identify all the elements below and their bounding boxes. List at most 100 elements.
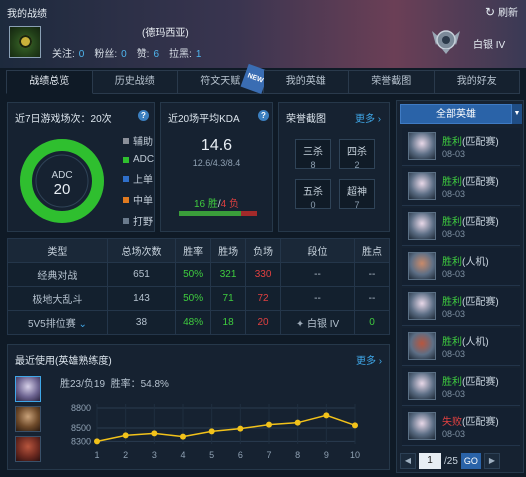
hero-portrait xyxy=(408,372,436,400)
kda-detail: 12.6/4.3/8.4 xyxy=(192,158,241,168)
donut-role-label: ADC xyxy=(51,170,72,181)
y-tick-label: 8300 xyxy=(71,436,91,446)
next-page-button[interactable]: ▶ xyxy=(483,453,500,469)
rank-label: 白银 IV xyxy=(473,40,506,51)
blocked-stat[interactable]: 拉黑: 1 xyxy=(169,45,201,60)
triple-kill-box[interactable]: 三杀 8 xyxy=(295,139,331,170)
hero-thumb-selected[interactable] xyxy=(15,376,41,402)
penta-kill-box[interactable]: 五杀 0 xyxy=(295,179,331,210)
data-point[interactable] xyxy=(266,421,272,428)
match-result: 胜利(匹配赛) xyxy=(442,377,499,388)
legendary-box[interactable]: 超神 7 xyxy=(339,179,375,210)
match-date: 08-03 xyxy=(442,349,466,359)
match-row[interactable]: 胜利(匹配赛) 08-03 xyxy=(402,168,520,206)
match-row[interactable]: 胜利(匹配赛) 08-03 xyxy=(402,288,520,326)
data-point[interactable] xyxy=(323,412,330,419)
likes-stat[interactable]: 赞: 6 xyxy=(137,45,159,60)
data-point[interactable] xyxy=(94,438,100,445)
hero-filter-dropdown[interactable]: 全部英雄 xyxy=(400,104,512,124)
match-row[interactable]: 胜利(匹配赛) 08-03 xyxy=(402,368,520,406)
ranked-mode-select[interactable]: 5V5排位赛 ⌄ xyxy=(7,310,108,335)
hero-portrait xyxy=(408,252,436,280)
match-row[interactable]: 胜利(匹配赛) 08-03 xyxy=(402,208,520,246)
match-date: 08-03 xyxy=(442,389,466,399)
role-donut-chart: ADC 20 xyxy=(20,139,104,223)
chevron-down-icon[interactable]: ▼ xyxy=(512,104,522,124)
refresh-button[interactable]: ↻ 刷新 xyxy=(484,4,518,20)
tab-honor[interactable]: 荣誉截图 xyxy=(349,70,435,94)
data-point[interactable] xyxy=(151,430,158,437)
pagination: ◀ 1 /25 GO ▶ xyxy=(400,452,522,470)
match-result: 胜利(匹配赛) xyxy=(442,217,499,228)
x-tick-label: 3 xyxy=(152,450,157,460)
data-point[interactable] xyxy=(294,419,301,426)
roles-panel: 近7日游戏场次：20次 ? ADC 20 辅助 ADC 上单 中单 打野 xyxy=(7,102,155,232)
match-date: 08-03 xyxy=(442,269,466,279)
x-tick-label: 1 xyxy=(94,450,99,460)
hero-portrait xyxy=(408,212,436,240)
y-tick-label: 8800 xyxy=(71,403,91,413)
hero-portrait xyxy=(408,412,436,440)
page-total: /25 xyxy=(444,455,458,467)
x-tick-label: 6 xyxy=(238,450,243,460)
match-date: 08-03 xyxy=(442,229,466,239)
help-icon[interactable]: ? xyxy=(138,110,149,121)
honor-panel: 荣誉截图 更多 › 三杀 8 四杀 2 五杀 0 超神 7 xyxy=(278,102,390,232)
x-tick-label: 9 xyxy=(324,450,329,460)
win-loss-bar xyxy=(179,211,257,216)
quadra-kill-box[interactable]: 四杀 2 xyxy=(339,139,375,170)
data-point[interactable] xyxy=(122,432,129,439)
data-point[interactable] xyxy=(352,422,358,429)
tab-friends[interactable]: 我的好友 xyxy=(434,70,520,94)
match-date: 08-03 xyxy=(442,189,466,199)
hero-portrait xyxy=(408,172,436,200)
hero-portrait xyxy=(408,132,436,160)
match-date: 08-03 xyxy=(442,429,466,439)
social-stats: 关注: 0 粉丝: 0 赞: 6 拉黑: 1 xyxy=(52,45,201,60)
x-tick-label: 4 xyxy=(180,450,185,460)
data-point[interactable] xyxy=(237,425,244,432)
follow-stat[interactable]: 关注: 0 xyxy=(52,45,84,60)
x-tick-label: 5 xyxy=(209,450,214,460)
recent-more-link[interactable]: 更多 › xyxy=(356,352,382,367)
roles-title: 近7日游戏场次：20次 xyxy=(15,114,112,125)
refresh-icon: ↻ xyxy=(484,4,495,19)
server-name: (德玛西亚) xyxy=(142,28,189,39)
table-row: 经典对战 651 50% 321 330 -- -- xyxy=(7,262,391,287)
tab-overview[interactable]: 战绩总览 xyxy=(6,70,93,94)
page-input[interactable]: 1 xyxy=(419,453,441,469)
match-result: 胜利(匹配赛) xyxy=(442,177,499,188)
proficiency-line-chart: 8800 8500 83001 2 3 4 5 6 7 8 9 10 xyxy=(71,403,360,460)
help-icon[interactable]: ? xyxy=(258,110,269,121)
kda-value: 14.6 xyxy=(200,137,233,154)
tab-my-heroes[interactable]: 我的英雄 xyxy=(263,70,349,94)
profile-header: 我的战绩 (德玛西亚) 关注: 0 粉丝: 0 赞: 6 拉黑: 1 ↻ 刷新 白银 I… xyxy=(0,0,526,68)
match-result: 失败(匹配赛) xyxy=(442,417,499,428)
donut-count: 20 xyxy=(54,181,71,198)
legend-adc: ADC xyxy=(123,154,154,165)
match-row[interactable]: 胜利(匹配赛) 08-03 xyxy=(402,128,520,166)
win-fill xyxy=(179,211,242,216)
tab-history[interactable]: 历史战绩 xyxy=(92,70,178,94)
match-result: 胜利(匹配赛) xyxy=(442,137,499,148)
match-row[interactable]: 胜利(人机) 08-03 xyxy=(402,248,520,286)
data-point[interactable] xyxy=(208,428,215,435)
kda-panel: 近20场平均KDA ? 14.6 12.6/4.3/8.4 16 胜/4 负 xyxy=(160,102,273,232)
match-result: 胜利(匹配赛) xyxy=(442,297,499,308)
match-result: 胜利(人机) xyxy=(442,337,489,348)
hero-thumb[interactable] xyxy=(15,436,41,462)
honor-more-link[interactable]: 更多 › xyxy=(355,110,381,125)
data-point[interactable] xyxy=(180,433,186,440)
hero-thumb[interactable] xyxy=(15,406,41,432)
y-tick-label: 8500 xyxy=(71,423,91,433)
hero-portrait xyxy=(408,332,436,360)
tab-runes[interactable]: 符文天赋 NEW xyxy=(178,63,270,95)
kda-title: 近20场平均KDA xyxy=(168,114,240,125)
prev-page-button[interactable]: ◀ xyxy=(400,453,416,469)
table-header-row: 类型 总场次数 胜率 胜场 负场 段位 胜点 xyxy=(7,238,391,263)
match-row[interactable]: 失败(匹配赛) 08-03 xyxy=(402,408,520,446)
fans-stat[interactable]: 粉丝: 0 xyxy=(94,45,126,60)
go-button[interactable]: GO xyxy=(460,453,481,469)
avatar[interactable] xyxy=(9,26,41,58)
match-row[interactable]: 胜利(人机) 08-03 xyxy=(402,328,520,366)
